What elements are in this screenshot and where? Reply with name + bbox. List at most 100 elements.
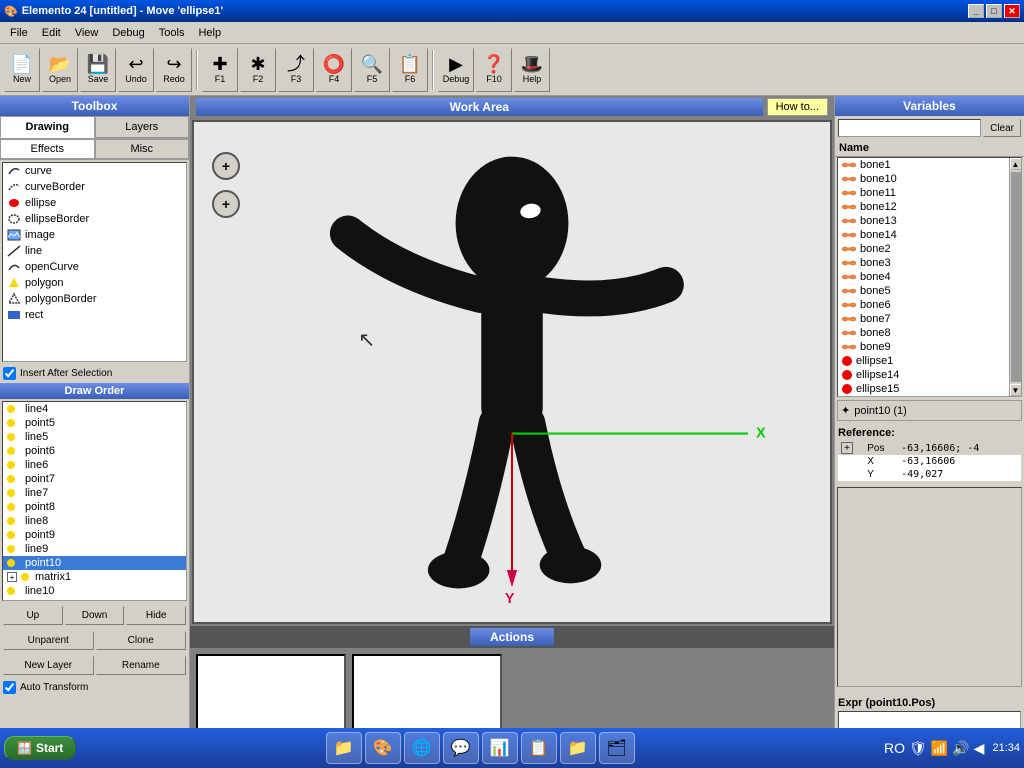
- close-button[interactable]: ✕: [1004, 4, 1020, 18]
- draw-order-list[interactable]: line4 point5 line5 point6 line6 point7: [2, 401, 187, 601]
- how-to-button[interactable]: How to...: [767, 98, 828, 116]
- insert-after-checkbox[interactable]: [3, 367, 16, 380]
- clear-button[interactable]: Clear: [983, 119, 1021, 137]
- var-ellipse14[interactable]: ellipse14: [838, 368, 1009, 382]
- var-bone8[interactable]: bone8: [838, 326, 1009, 340]
- redo-button[interactable]: ↪ Redo: [156, 48, 192, 92]
- scrollbar-thumb[interactable]: [1011, 172, 1021, 382]
- menu-edit[interactable]: Edit: [36, 25, 67, 41]
- tab-layers[interactable]: Layers: [95, 116, 190, 138]
- tool-opencurve[interactable]: openCurve: [3, 259, 186, 275]
- help-button[interactable]: 🎩 Help: [514, 48, 550, 92]
- scrollbar-down[interactable]: ▼: [1010, 384, 1022, 396]
- f10-button[interactable]: ❓ F10: [476, 48, 512, 92]
- canvas-area[interactable]: + + X: [192, 120, 832, 624]
- new-button[interactable]: 📄 New: [4, 48, 40, 92]
- tool-curve[interactable]: curve: [3, 163, 186, 179]
- f4-button[interactable]: ⭕ F4: [316, 48, 352, 92]
- draw-item-point9[interactable]: point9: [3, 528, 186, 542]
- new-layer-button[interactable]: New Layer: [3, 656, 94, 675]
- tool-image[interactable]: image: [3, 227, 186, 243]
- f5-button[interactable]: 🔍 F5: [354, 48, 390, 92]
- var-bone3[interactable]: bone3: [838, 256, 1009, 270]
- save-button[interactable]: 💾 Save: [80, 48, 116, 92]
- var-bone1[interactable]: bone1: [838, 158, 1009, 172]
- menu-view[interactable]: View: [69, 25, 105, 41]
- clone-button[interactable]: Clone: [96, 631, 187, 650]
- tool-ellipseborder[interactable]: ellipseBorder: [3, 211, 186, 227]
- draw-item-line7[interactable]: line7: [3, 486, 186, 500]
- draw-item-point10[interactable]: point10: [3, 556, 186, 570]
- menu-help[interactable]: Help: [192, 25, 227, 41]
- draw-item-point6[interactable]: point6: [3, 444, 186, 458]
- draw-item-line5[interactable]: line5: [3, 430, 186, 444]
- f3-button[interactable]: ⤴ F3: [278, 48, 314, 92]
- maximize-button[interactable]: □: [986, 4, 1002, 18]
- var-bone13[interactable]: bone13: [838, 214, 1009, 228]
- var-bone6[interactable]: bone6: [838, 298, 1009, 312]
- f6-button[interactable]: 📋 F6: [392, 48, 428, 92]
- variables-search[interactable]: [838, 119, 981, 137]
- down-button[interactable]: Down: [65, 606, 125, 625]
- draw-item-point11[interactable]: point11: [3, 598, 186, 601]
- taskbar-app-3[interactable]: 🌐: [404, 732, 440, 764]
- var-bone2[interactable]: bone2: [838, 242, 1009, 256]
- unparent-button[interactable]: Unparent: [3, 631, 94, 650]
- menu-file[interactable]: File: [4, 25, 34, 41]
- taskbar-app-6[interactable]: 📋: [521, 732, 557, 764]
- menu-tools[interactable]: Tools: [153, 25, 191, 41]
- var-bone12[interactable]: bone12: [838, 200, 1009, 214]
- var-bone10[interactable]: bone10: [838, 172, 1009, 186]
- auto-transform-checkbox[interactable]: [3, 681, 16, 694]
- taskbar-app-4[interactable]: 💬: [443, 732, 479, 764]
- tool-curveborder[interactable]: curveBorder: [3, 179, 186, 195]
- taskbar-app-1[interactable]: 📁: [326, 732, 362, 764]
- draw-item-line9[interactable]: line9: [3, 542, 186, 556]
- var-bone4[interactable]: bone4: [838, 270, 1009, 284]
- var-ellipse15[interactable]: ellipse15: [838, 382, 1009, 396]
- f1-button[interactable]: ✚ F1: [202, 48, 238, 92]
- tool-rect[interactable]: rect: [3, 307, 186, 323]
- sub-tab-misc[interactable]: Misc: [95, 139, 190, 159]
- scrollbar-up[interactable]: ▲: [1010, 158, 1022, 170]
- draw-item-point7[interactable]: point7: [3, 472, 186, 486]
- draw-item-line6[interactable]: line6: [3, 458, 186, 472]
- taskbar-app-5[interactable]: 📊: [482, 732, 518, 764]
- debug-button[interactable]: ▶ Debug: [438, 48, 474, 92]
- minimize-button[interactable]: _: [968, 4, 984, 18]
- auto-transform-row: Auto Transform: [0, 678, 189, 697]
- tab-drawing[interactable]: Drawing: [0, 116, 95, 138]
- tools-list[interactable]: curve curveBorder ellipse ellipseBorder …: [2, 162, 187, 362]
- pos-expand-btn[interactable]: +: [841, 442, 853, 454]
- var-list[interactable]: bone1 bone10 bone11 bone12 bone13: [838, 158, 1009, 396]
- tool-polygonborder[interactable]: polygonBorder: [3, 291, 186, 307]
- draw-item-line4[interactable]: line4: [3, 402, 186, 416]
- draw-item-matrix1[interactable]: + matrix1: [3, 570, 186, 584]
- var-bone11[interactable]: bone11: [838, 186, 1009, 200]
- var-bone7[interactable]: bone7: [838, 312, 1009, 326]
- taskbar-app-2[interactable]: 🎨: [365, 732, 401, 764]
- var-bone14[interactable]: bone14: [838, 228, 1009, 242]
- hide-button[interactable]: Hide: [126, 606, 186, 625]
- rename-button[interactable]: Rename: [96, 656, 187, 675]
- draw-item-line8[interactable]: line8: [3, 514, 186, 528]
- var-bone9[interactable]: bone9: [838, 340, 1009, 354]
- open-button[interactable]: 📂 Open: [42, 48, 78, 92]
- tool-polygon[interactable]: polygon: [3, 275, 186, 291]
- tool-line[interactable]: line: [3, 243, 186, 259]
- var-bone5[interactable]: bone5: [838, 284, 1009, 298]
- tool-ellipse[interactable]: ellipse: [3, 195, 186, 211]
- up-button[interactable]: Up: [3, 606, 63, 625]
- taskbar-app-8[interactable]: 🗂: [599, 732, 635, 764]
- draw-item-line10[interactable]: line10: [3, 584, 186, 598]
- undo-button[interactable]: ↩ Undo: [118, 48, 154, 92]
- var-list-scrollbar[interactable]: ▲ ▼: [1009, 158, 1021, 396]
- var-ellipse1[interactable]: ellipse1: [838, 354, 1009, 368]
- sub-tab-effects[interactable]: Effects: [0, 139, 95, 159]
- draw-item-point5[interactable]: point5: [3, 416, 186, 430]
- draw-item-point8[interactable]: point8: [3, 500, 186, 514]
- menu-debug[interactable]: Debug: [106, 25, 150, 41]
- start-button[interactable]: 🪟 Start: [4, 736, 76, 760]
- taskbar-app-7[interactable]: 📁: [560, 732, 596, 764]
- f2-button[interactable]: ✱ F2: [240, 48, 276, 92]
